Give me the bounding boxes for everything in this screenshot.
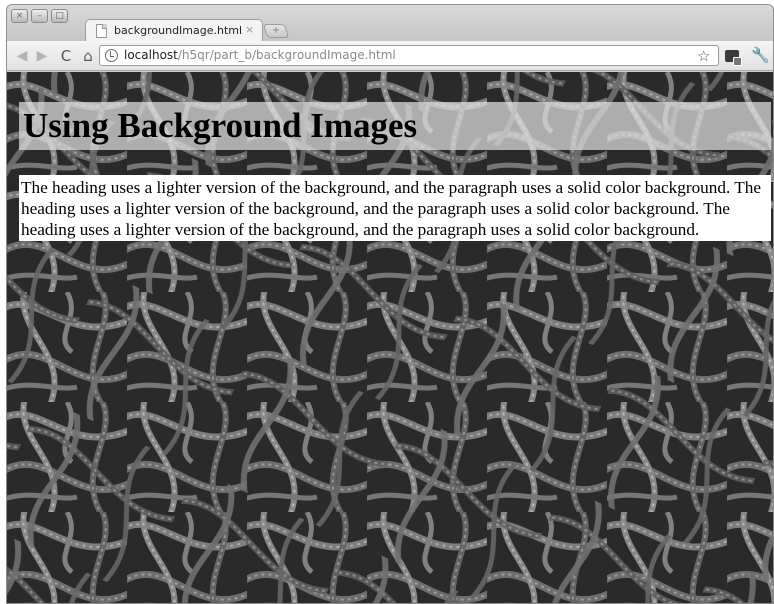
title-bar: × – □ backgroundImage.html × + [7, 5, 773, 42]
page-viewport: Using Background Images The heading uses… [7, 72, 773, 603]
new-tab-button[interactable]: + [262, 24, 290, 38]
minimize-window-button[interactable]: – [31, 9, 48, 23]
tab-title: backgroundImage.html [114, 24, 243, 37]
forward-button[interactable]: ▶ [33, 47, 51, 65]
page-info-icon[interactable] [105, 49, 118, 62]
maximize-window-button[interactable]: □ [51, 9, 68, 23]
bookmark-star-icon[interactable]: ☆ [697, 47, 710, 65]
browser-toolbar: ◀ ▶ C ⌂ localhost/h5qr/part_b/background… [7, 41, 773, 71]
plus-icon: + [271, 25, 281, 36]
url-text: localhost/h5qr/part_b/backgroundImage.ht… [124, 46, 396, 65]
page-paragraph: The heading uses a lighter version of th… [19, 175, 771, 241]
page-heading: Using Background Images [19, 102, 771, 150]
window-controls: × – □ [11, 9, 68, 23]
close-window-button[interactable]: × [11, 9, 28, 23]
browser-window: × – □ backgroundImage.html × + ◀ ▶ C ⌂ l… [6, 4, 774, 604]
address-bar[interactable]: localhost/h5qr/part_b/backgroundImage.ht… [99, 45, 719, 66]
url-host: localhost [124, 48, 178, 62]
rope-background-image [7, 72, 773, 603]
page-favicon-icon [96, 24, 107, 38]
tab-close-icon[interactable]: × [245, 23, 254, 36]
reload-button[interactable]: C [57, 47, 75, 65]
extension-icon[interactable] [725, 50, 742, 66]
wrench-menu-icon[interactable]: 🔧 [751, 46, 770, 64]
url-path: /h5qr/part_b/backgroundImage.html [177, 48, 396, 62]
browser-tab[interactable]: backgroundImage.html × [85, 19, 263, 42]
back-button[interactable]: ◀ [13, 47, 31, 65]
home-button[interactable]: ⌂ [79, 47, 97, 65]
